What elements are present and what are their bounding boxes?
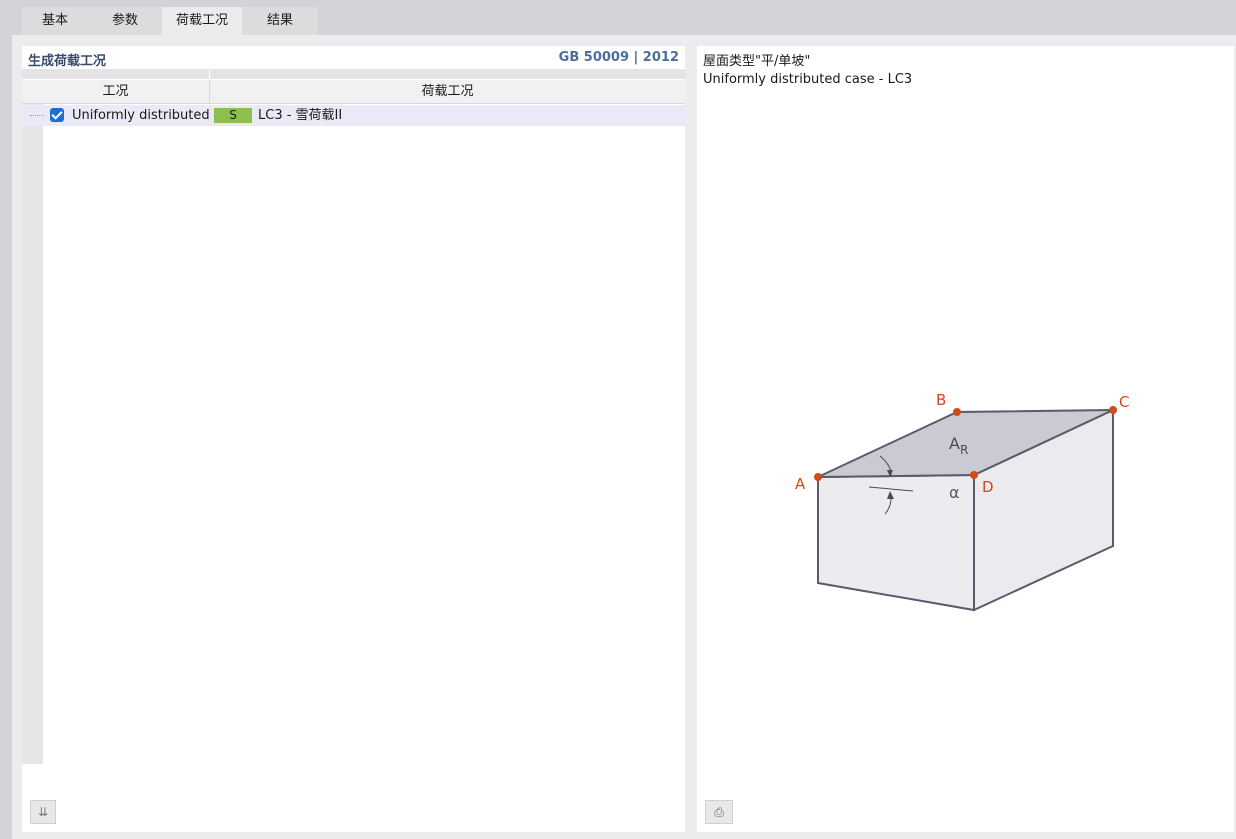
tab-bar: 基本 参数 荷载工况 结果 <box>0 0 1236 35</box>
column-header-load-case[interactable]: 荷载工况 <box>210 80 685 103</box>
point-d-label: D <box>982 478 994 496</box>
roof-diagram: α AR A B C D <box>795 391 1129 612</box>
point-a-label: A <box>795 475 806 493</box>
print-button[interactable]: ⎙ <box>705 800 733 824</box>
row-gutter <box>22 104 43 764</box>
point-d-marker <box>970 471 978 479</box>
column-header-case[interactable]: 工况 <box>22 80 209 103</box>
angle-label: α <box>949 483 960 502</box>
load-type-badge: S <box>214 108 252 123</box>
load-case-label[interactable]: LC3 - 雪荷载II <box>258 105 342 126</box>
table-row[interactable]: Uniformly distributed case S LC3 - 雪荷载II <box>22 105 685 126</box>
point-c-marker <box>1109 406 1117 414</box>
generated-load-cases-panel: 生成荷载工况 GB 50009 | 2012 工况 荷载工况 Uniformly… <box>22 46 685 832</box>
load-generate-icon: ⇊ <box>37 805 49 819</box>
generate-button[interactable]: ⇊ <box>30 800 56 824</box>
print-icon: ⎙ <box>714 805 724 819</box>
panel-title: 生成荷载工况 <box>28 54 107 69</box>
point-a-marker <box>814 473 822 481</box>
roof-preview-panel: 屋面类型"平/单坡" Uniformly distributed case - … <box>697 46 1234 832</box>
point-c-label: C <box>1119 393 1129 411</box>
case-subtitle: Uniformly distributed case - LC3 <box>703 72 913 87</box>
point-b-label: B <box>936 391 946 409</box>
header-strip <box>22 69 685 79</box>
table-header: 工况 荷载工况 <box>22 80 685 104</box>
tab-parameters[interactable]: 参数 <box>88 7 162 35</box>
tab-results[interactable]: 结果 <box>242 7 318 35</box>
tree-line <box>30 115 44 116</box>
tab-load-cases[interactable]: 荷载工况 <box>162 7 242 35</box>
roof-type-title: 屋面类型"平/单坡" <box>703 54 811 69</box>
tab-basic[interactable]: 基本 <box>22 7 88 35</box>
point-b-marker <box>953 408 961 416</box>
standard-label: GB 50009 | 2012 <box>558 50 679 65</box>
case-checkbox[interactable] <box>50 108 64 122</box>
case-name: Uniformly distributed case <box>72 108 210 123</box>
